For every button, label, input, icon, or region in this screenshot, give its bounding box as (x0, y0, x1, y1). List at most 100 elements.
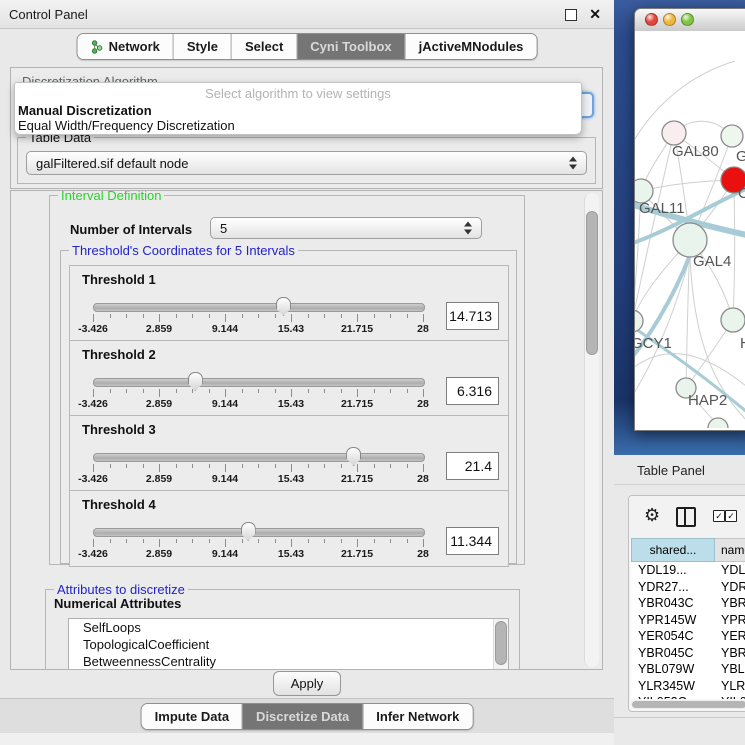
network-node-gal80[interactable] (662, 121, 686, 145)
node-label: GA (736, 148, 745, 165)
cell-name: YDL19... (715, 563, 745, 577)
column-header-name[interactable]: name (715, 538, 745, 562)
attribute-item[interactable]: BetweennessCentrality (69, 653, 508, 670)
panel-scrollbar-thumb[interactable] (586, 211, 598, 355)
minimize-traffic-light[interactable] (663, 13, 676, 26)
network-node-bottom-cut[interactable] (708, 418, 728, 428)
tick (341, 464, 342, 468)
table-row[interactable]: YDL19...YDL19... (631, 562, 745, 579)
bottom-tab-bar: Impute DataDiscretize DataInfer Network (141, 703, 474, 730)
divider (614, 717, 745, 718)
node-label: H (740, 335, 745, 352)
control-panel: Control Panel ✕ NetworkStyleSelectCyni T… (0, 0, 614, 745)
network-graph: GAL80GACGAL11GAL4GCY1HHAP2 (635, 31, 745, 428)
tick (407, 464, 408, 468)
tick (407, 539, 408, 543)
table-data-combobox[interactable]: galFiltered.sif default node (26, 151, 587, 175)
desktop-background: GAL80GACGAL11GAL4GCY1HHAP2 (614, 0, 745, 455)
slider-track[interactable] (93, 303, 425, 312)
thresholds-legend: Threshold's Coordinates for 5 Intervals (69, 243, 298, 258)
tick (275, 389, 276, 393)
tick (110, 314, 111, 318)
tab-discretize-data[interactable]: Discretize Data (242, 704, 362, 729)
network-node-right-h[interactable] (721, 308, 745, 332)
cell-name: YIL052C (715, 695, 745, 699)
table-row[interactable]: YER054CYER054C (631, 628, 745, 645)
tick (291, 464, 292, 472)
panel-scrollbar[interactable] (584, 193, 599, 667)
checkbox-icon[interactable]: ✓ (713, 510, 725, 522)
zoom-traffic-light[interactable] (681, 13, 694, 26)
attribute-item[interactable]: TopologicalCoefficient (69, 636, 508, 653)
table-row[interactable]: YDR27...YDR27... (631, 579, 745, 596)
tab-select[interactable]: Select (231, 34, 296, 59)
float-window-icon[interactable] (565, 9, 577, 21)
table-panel: Table Panel ⚙ ✓ ✓ shared... name YDL19..… (614, 455, 745, 745)
dropdown-option-equal-width[interactable]: Equal Width/Frequency Discretization (15, 118, 581, 133)
tick (341, 389, 342, 393)
tick (209, 389, 210, 393)
tab-style[interactable]: Style (173, 34, 231, 59)
slider-track[interactable] (93, 378, 425, 387)
threshold-value-field[interactable]: 14.713 (446, 302, 499, 330)
tick-label: 15.43 (278, 548, 304, 560)
tab-jactivemnodules[interactable]: jActiveMNodules (405, 34, 537, 59)
network-node-top-right[interactable] (721, 125, 743, 147)
table-row[interactable]: YBR043CYBR043C (631, 595, 745, 612)
table-row[interactable]: YPR145WYPR145W (631, 612, 745, 629)
threshold-label: Threshold 2 (82, 347, 156, 362)
attribute-item[interactable]: SelfLoops (69, 619, 508, 636)
network-canvas[interactable]: GAL80GACGAL11GAL4GCY1HHAP2 (635, 31, 745, 430)
tick (176, 314, 177, 318)
table-hscrollbar[interactable] (631, 700, 745, 709)
tab-cyni-toolbox[interactable]: Cyni Toolbox (296, 34, 404, 59)
tick (390, 539, 391, 543)
split-columns-icon[interactable] (676, 507, 696, 527)
threshold-value-field[interactable]: 6.316 (446, 377, 499, 405)
tab-impute-data[interactable]: Impute Data (142, 704, 242, 729)
tick (374, 314, 375, 318)
tick (275, 539, 276, 543)
num-intervals-label: Number of Intervals (70, 222, 192, 237)
threshold-value-field[interactable]: 21.4 (446, 452, 499, 480)
tick-label: 15.43 (278, 323, 304, 335)
dropdown-option-manual[interactable]: Manual Discretization (15, 103, 581, 118)
tick (159, 539, 160, 547)
close-traffic-light[interactable] (645, 13, 658, 26)
apply-button[interactable]: Apply (273, 671, 341, 696)
table-row[interactable]: YLR345WYLR345W (631, 678, 745, 695)
tick (357, 389, 358, 397)
list-scrollbar-thumb[interactable] (495, 621, 507, 665)
tick (308, 539, 309, 543)
node-label: C (738, 185, 745, 202)
tab-network[interactable]: Network (78, 34, 173, 59)
slider-ticks (70, 464, 508, 473)
network-node-gcy1[interactable] (635, 310, 643, 332)
panel-title: Control Panel (9, 7, 88, 22)
interval-definition-fieldset: Interval Definition Number of Intervals … (49, 195, 525, 565)
list-scrollbar[interactable] (493, 619, 508, 670)
tab-infer-network[interactable]: Infer Network (362, 704, 472, 729)
close-icon[interactable]: ✕ (589, 6, 601, 23)
num-intervals-combobox[interactable]: 5 (210, 217, 482, 239)
column-header-shared[interactable]: shared... (631, 538, 715, 562)
tick (291, 389, 292, 397)
checkbox-icon[interactable]: ✓ (725, 510, 737, 522)
tick (324, 464, 325, 468)
threshold-value-field[interactable]: 11.344 (446, 527, 499, 555)
slider-track[interactable] (93, 528, 425, 537)
table-hscrollbar-thumb[interactable] (632, 701, 745, 708)
table-row[interactable]: YBL079WYBL079W (631, 661, 745, 678)
network-node-gal4[interactable] (673, 223, 707, 257)
numerical-attributes-list[interactable]: SelfLoopsTopologicalCoefficientBetweenne… (68, 618, 509, 670)
cell-name: YER054C (715, 629, 745, 643)
tick (324, 314, 325, 318)
gear-icon[interactable]: ⚙ (644, 505, 660, 526)
threshold-label: Threshold 4 (82, 497, 156, 512)
table-row[interactable]: YBR045CYBR045C (631, 645, 745, 662)
slider-track[interactable] (93, 453, 425, 462)
tick (341, 539, 342, 543)
table-row[interactable]: YIL052CYIL052C (631, 694, 745, 699)
tick (143, 464, 144, 468)
top-tab-bar: NetworkStyleSelectCyni ToolboxjActiveMNo… (77, 33, 538, 60)
